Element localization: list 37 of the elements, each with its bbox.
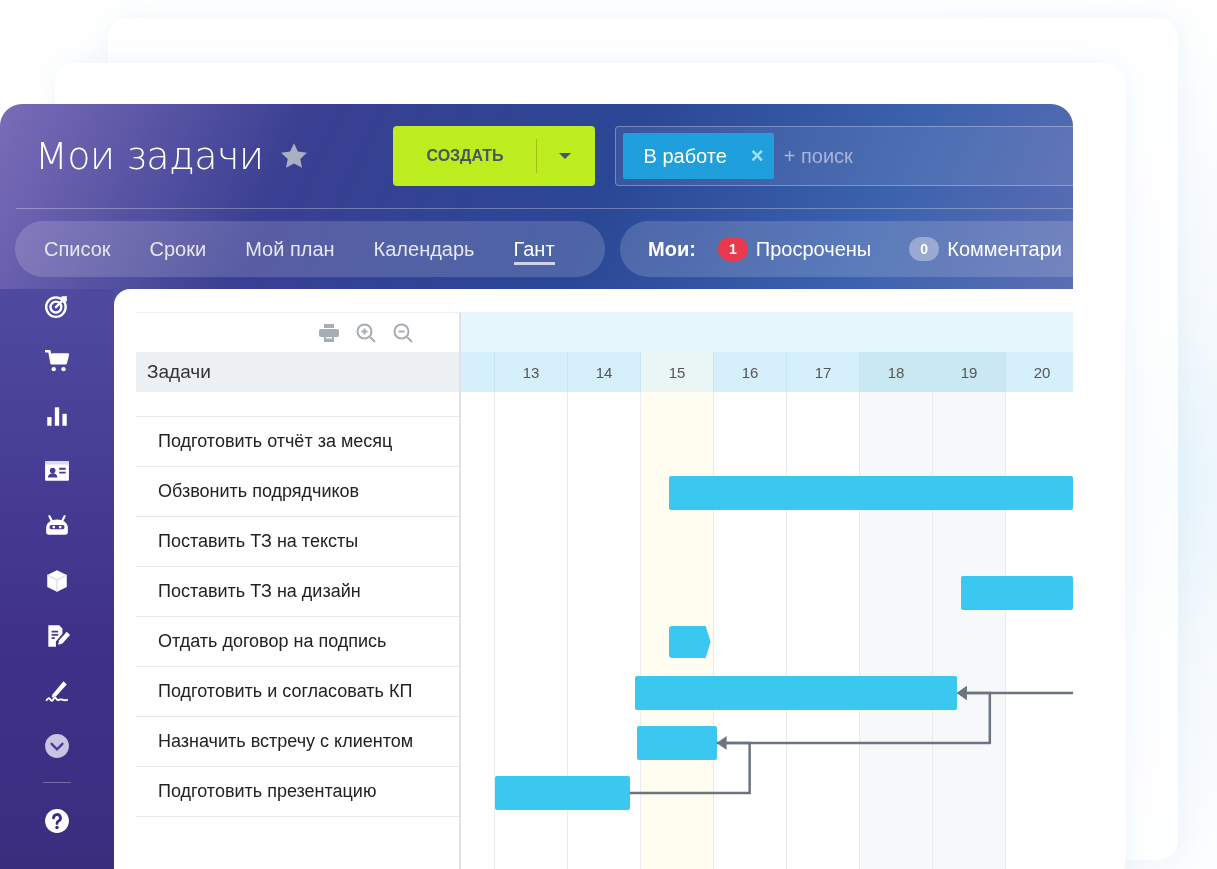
day-header-cell: 15 — [640, 352, 713, 392]
help-icon[interactable] — [44, 808, 70, 834]
contact-card-icon[interactable] — [44, 458, 70, 484]
day-header-cell: 13 — [494, 352, 567, 392]
counters-label: Мои: — [648, 237, 696, 261]
search-field[interactable]: В работе × + поиск — [615, 126, 1073, 186]
view-tab[interactable]: Мой план — [245, 233, 335, 265]
counter-badge: 1 — [717, 237, 748, 261]
caret-icon — [558, 152, 571, 160]
task-title[interactable]: Подготовить и согласовать КП — [158, 681, 413, 702]
day-header-cell: 16 — [713, 352, 786, 392]
column-header: Задачи — [147, 361, 211, 383]
counter-badge: 0 — [909, 237, 940, 261]
filter-chip[interactable]: В работе × — [623, 133, 774, 179]
counter-filter-link[interactable]: Комментари — [947, 237, 1063, 261]
task-title[interactable]: Отдать договор на подпись — [158, 631, 387, 652]
task-title[interactable]: Поставить ТЗ на дизайн — [158, 581, 361, 602]
day-header-cell: 19 — [932, 352, 1005, 392]
task-title[interactable]: Назначить встречу с клиентом — [158, 731, 414, 752]
signature-icon[interactable] — [44, 678, 70, 704]
create-button[interactable]: СОЗДАТЬ — [393, 126, 596, 186]
task-title[interactable]: Поставить ТЗ на тексты — [158, 531, 359, 552]
task-title[interactable]: Обзвонить подрядчиков — [158, 481, 360, 502]
day-header-cell: 20 — [1005, 352, 1073, 392]
day-header-cell: 18 — [859, 352, 932, 392]
cube-icon[interactable] — [44, 568, 70, 594]
task-title[interactable]: Подготовить отчёт за месяц — [158, 431, 393, 452]
cart-icon[interactable] — [44, 348, 70, 374]
task-title[interactable]: Подготовить презентацию — [158, 781, 377, 802]
chevron-down-icon[interactable] — [44, 733, 70, 759]
view-tab[interactable]: Календарь — [373, 233, 475, 265]
page-title: Мои задачи — [35, 134, 264, 178]
target-icon[interactable] — [44, 293, 70, 319]
counter-filter-link[interactable]: Просрочены — [755, 237, 872, 261]
view-tab[interactable]: Гант — [513, 233, 555, 265]
view-tab[interactable]: Сроки — [149, 233, 207, 265]
view-tab[interactable]: Список — [44, 233, 111, 265]
